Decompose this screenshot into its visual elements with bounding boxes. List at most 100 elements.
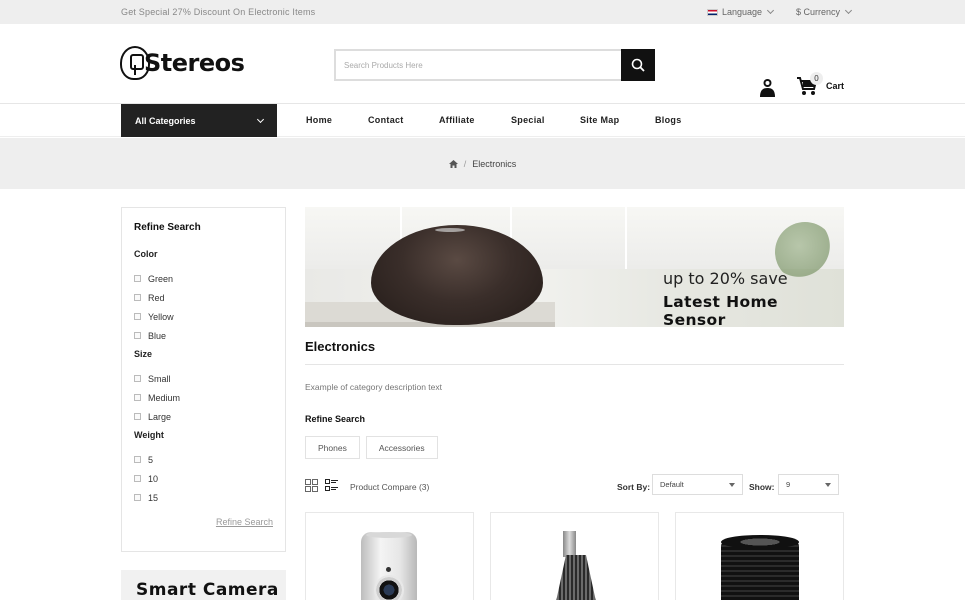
chevron-down-icon xyxy=(767,6,775,15)
language-selector[interactable]: Language xyxy=(707,6,775,17)
currency-selector[interactable]: $ Currency xyxy=(796,6,853,17)
cart-label: Cart xyxy=(826,81,845,91)
grid-view-icon[interactable] xyxy=(305,479,318,492)
cart-count-badge: 0 xyxy=(810,72,823,85)
home-icon[interactable] xyxy=(448,159,458,168)
camera-lens-image xyxy=(721,542,799,600)
search-button[interactable] xyxy=(621,49,655,81)
filter-option-yellow[interactable]: Yellow xyxy=(134,307,273,326)
logo[interactable]: Stereos xyxy=(120,46,245,80)
product-toolbar: Product Compare (3) Sort By: Default Sho… xyxy=(305,474,844,496)
nav-sitemap[interactable]: Site Map xyxy=(580,115,655,125)
language-label: Language xyxy=(722,7,763,17)
list-view-icon[interactable] xyxy=(325,479,338,492)
checkbox[interactable] xyxy=(134,275,141,282)
nav-special[interactable]: Special xyxy=(511,115,580,125)
checkbox[interactable] xyxy=(134,375,141,382)
breadcrumb: / Electronics xyxy=(0,138,965,189)
user-icon xyxy=(760,79,775,97)
product-card[interactable] xyxy=(675,512,844,600)
checkbox[interactable] xyxy=(134,332,141,339)
sort-value: Default xyxy=(660,480,684,489)
filter-option-small[interactable]: Small xyxy=(134,369,273,388)
banner-subtitle: up to 20% save xyxy=(663,269,788,288)
product-card[interactable] xyxy=(490,512,659,600)
checkbox[interactable] xyxy=(134,456,141,463)
filter-option-label: 15 xyxy=(148,492,159,503)
filter-option-10[interactable]: 10 xyxy=(134,469,273,488)
filter-option-green[interactable]: Green xyxy=(134,269,273,288)
filter-option-blue[interactable]: Blue xyxy=(134,326,273,345)
filter-option-label: 10 xyxy=(148,473,159,484)
search-bar xyxy=(334,49,655,81)
filter-group-title: Color xyxy=(134,249,158,259)
top-bar: Get Special 27% Discount On Electronic I… xyxy=(0,0,965,24)
filter-option-red[interactable]: Red xyxy=(134,288,273,307)
show-select[interactable]: 9 xyxy=(778,474,839,495)
search-icon xyxy=(631,58,645,72)
all-categories-button[interactable]: All Categories xyxy=(121,104,277,137)
page-title: Electronics xyxy=(305,339,376,354)
sort-label: Sort By: xyxy=(617,482,651,492)
currency-label: $ Currency xyxy=(796,7,841,17)
breadcrumb-separator: / xyxy=(463,158,467,169)
caret-down-icon xyxy=(729,482,735,487)
filter-group-title: Weight xyxy=(134,430,164,440)
checkbox[interactable] xyxy=(134,394,141,401)
filter-option-label: Red xyxy=(148,292,165,303)
divider xyxy=(305,364,844,365)
filter-option-label: Medium xyxy=(148,392,181,403)
filter-option-15[interactable]: 15 xyxy=(134,488,273,507)
nav-menu: Home Contact Affiliate Special Site Map … xyxy=(306,115,682,125)
checkbox[interactable] xyxy=(134,294,141,301)
nav-contact[interactable]: Contact xyxy=(368,115,439,125)
product-compare-link[interactable]: Product Compare (3) xyxy=(350,482,429,492)
caret-down-icon xyxy=(825,482,831,487)
main-nav: All Categories Home Contact Affiliate Sp… xyxy=(0,104,965,137)
filter-option-label: 5 xyxy=(148,454,154,465)
chevron-down-icon xyxy=(256,115,265,123)
header: Stereos 0 Cart xyxy=(0,24,965,104)
speaker-image xyxy=(563,531,576,557)
filter-group-title: Size xyxy=(134,349,153,359)
nav-affiliate[interactable]: Affiliate xyxy=(439,115,511,125)
filter-option-label: Green xyxy=(148,273,174,284)
sort-select[interactable]: Default xyxy=(652,474,743,495)
product-card[interactable] xyxy=(305,512,474,600)
logo-text: Stereos xyxy=(144,49,245,77)
nav-home[interactable]: Home xyxy=(306,115,368,125)
checkbox[interactable] xyxy=(134,313,141,320)
filter-option-label: Large xyxy=(148,411,172,422)
promo-text: Get Special 27% Discount On Electronic I… xyxy=(121,7,316,17)
show-label: Show: xyxy=(749,482,775,492)
subcategory-phones[interactable]: Phones xyxy=(305,436,360,459)
chevron-down-icon xyxy=(844,6,853,15)
checkbox[interactable] xyxy=(134,494,141,501)
cart-button[interactable]: 0 Cart xyxy=(796,72,845,96)
filter-option-large[interactable]: Large xyxy=(134,407,273,426)
nav-blogs[interactable]: Blogs xyxy=(655,115,682,125)
subcategory-list: Phones Accessories xyxy=(305,436,438,459)
smart-camera-promo[interactable]: Smart Camera xyxy=(121,570,286,600)
filter-option-medium[interactable]: Medium xyxy=(134,388,273,407)
show-value: 9 xyxy=(786,480,791,489)
filter-option-label: Yellow xyxy=(148,311,174,322)
filter-option-5[interactable]: 5 xyxy=(134,450,273,469)
checkbox[interactable] xyxy=(134,475,141,482)
subcategory-accessories[interactable]: Accessories xyxy=(365,436,438,459)
breadcrumb-current[interactable]: Electronics xyxy=(472,159,516,169)
refine-sidebar: Refine Search Color Green Red Yellow Blu… xyxy=(121,207,286,552)
category-banner[interactable]: up to 20% save Latest Home Sensor xyxy=(305,207,844,327)
search-input[interactable] xyxy=(334,49,621,81)
filter-option-label: Small xyxy=(148,373,171,384)
checkbox[interactable] xyxy=(134,413,141,420)
refine-search-link[interactable]: Refine Search xyxy=(216,517,273,527)
all-categories-label: All Categories xyxy=(135,115,196,126)
promo-box-title: Smart Camera xyxy=(136,580,279,600)
banner-title: Latest Home Sensor xyxy=(663,293,778,327)
filter-option-label: Blue xyxy=(148,330,167,341)
flag-icon xyxy=(707,8,718,16)
account-button[interactable] xyxy=(759,78,776,102)
sidebar-title: Refine Search xyxy=(134,222,201,233)
refine-search-heading: Refine Search xyxy=(305,414,366,424)
